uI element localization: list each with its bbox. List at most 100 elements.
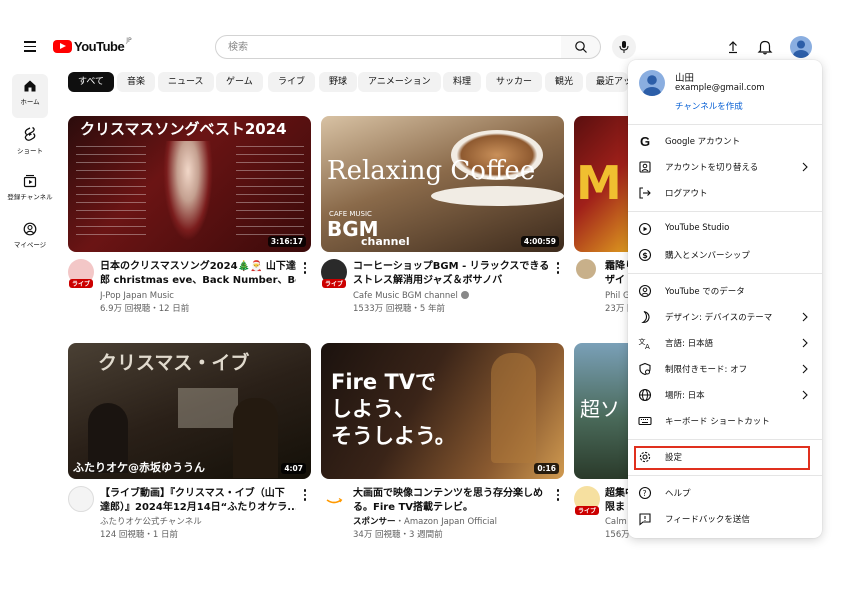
notifications-button[interactable] [756,38,774,56]
sponsor-label: スポンサー [353,517,396,527]
chevron-right-icon [802,390,808,400]
help-icon: ? [638,486,652,500]
menu-item-location[interactable]: 場所: 日本 [628,383,822,407]
thumbnail-tracklist [76,146,146,241]
live-badge: ライブ [322,279,347,288]
video-stats: 6.9万 回視聴・12 日前 [100,304,190,314]
menu-avatar [639,70,665,96]
video-title-line: 郎 christmas eve、Back Number、BoA... [100,275,296,286]
subscriptions-icon [23,174,37,188]
chip-recent[interactable]: 最近アップ [586,72,628,92]
amazon-smile-icon [326,497,343,504]
video-stats: 156万 回 [605,530,630,540]
search-button[interactable] [561,35,601,59]
channel-avatar[interactable] [576,259,596,279]
switch-account-icon [639,161,651,173]
account-avatar-button[interactable] [790,36,812,58]
menu-item-language[interactable]: 文 A 言語: 日本語 [628,331,822,355]
sidebar-item-subscriptions[interactable]: 登録チャンネル [0,174,60,218]
chip-music[interactable]: 音楽 [117,72,156,92]
video-more-icon[interactable] [302,489,308,503]
channel-name[interactable]: ふたりオケ公式チャンネル [100,516,202,529]
menu-item-label: YouTube でのデータ [665,287,745,297]
video-title[interactable]: 【ライブ動画】『クリスマス・イブ（山下 達郎）』2024年12月14日“ふたりオ… [100,487,296,515]
video-stats: 124 回視聴・1 日前 [100,530,179,540]
video-title-line: る。Fire TV搭載テレビ。 [353,502,474,513]
user-avatar-icon [793,40,809,58]
thumbnail-channel-text: channel [361,235,410,248]
channel-avatar[interactable] [68,486,94,512]
translate-icon: 文 A [639,337,651,350]
menu-item-google-account[interactable]: G Google アカウント [628,129,822,153]
video-thumbnail[interactable]: Fire TVで しよう、 そうしよう。 0:16 [321,343,564,479]
sidebar-item-shorts[interactable]: ショート [0,126,60,170]
chip-soccer[interactable]: サッカー [486,72,543,92]
video-thumbnail[interactable]: 超ソ [574,343,634,479]
restricted-icon [639,362,651,376]
menu-item-youtube-studio[interactable]: YouTube Studio [628,217,822,241]
chip-all[interactable]: すべて [68,72,115,92]
menu-item-label: YouTube Studio [665,223,730,233]
menu-item-logout[interactable]: ログアウト [628,181,822,205]
video-title[interactable]: 大画面で映像コンテンツを思う存分楽しめ る。Fire TV搭載テレビ。 [353,487,549,515]
chip-animation[interactable]: アニメーション [358,72,441,92]
video-more-icon[interactable] [555,262,561,276]
sidebar-item-home[interactable]: ホーム [12,74,48,118]
menu-item-restricted-mode[interactable]: 制限付きモード: オフ [628,357,822,381]
menu-item-feedback[interactable]: フィードバックを送信 [628,507,822,531]
upload-button[interactable] [724,38,742,56]
create-channel-link[interactable]: チャンネルを作成 [675,100,743,112]
menu-item-switch-account[interactable]: アカウントを切り替える [628,155,822,179]
menu-divider [628,439,822,440]
channel-name[interactable]: スポンサー・Amazon Japan Official [353,516,497,529]
thumbnail-title-text: 超ソ [580,397,620,421]
menu-item-purchases[interactable]: $ 購入とメンバーシップ [628,243,822,267]
voice-search-button[interactable] [612,35,636,59]
svg-text:A: A [645,343,650,350]
video-title[interactable]: 日本のクリスマスソング2024🎄🎅 山下達 郎 christmas eve、Ba… [100,260,296,288]
channel-name[interactable]: Phil G [605,290,630,303]
youtube-logo[interactable]: YouTube JP [53,37,132,54]
menu-item-appearance[interactable]: デザイン: デバイスのテーマ [628,305,822,329]
youtube-play-icon [53,40,72,53]
channel-name[interactable]: Cafe Music BGM channel [353,290,469,303]
menu-item-label: 購入とメンバーシップ [665,251,750,261]
chip-cooking[interactable]: 料理 [443,72,482,92]
search-input[interactable] [216,36,561,58]
menu-item-help[interactable]: ? ヘルプ [628,481,822,505]
chip-gaming[interactable]: ゲーム [216,72,263,92]
channel-name[interactable]: J-Pop Japan Music [100,290,174,303]
svg-text:G: G [640,134,650,148]
menu-item-label: キーボード ショートカット [665,417,770,427]
chip-baseball[interactable]: 野球 [319,72,358,92]
menu-item-keyboard-shortcuts[interactable]: キーボード ショートカット [628,409,822,433]
menu-icon[interactable] [24,41,36,52]
settings-highlight-box [634,446,810,470]
video-thumbnail[interactable]: M [574,116,634,252]
chip-live[interactable]: ライブ [268,72,316,92]
thumbnail-tracklist [236,146,304,241]
menu-divider [628,124,822,125]
keyboard-icon [638,416,652,426]
menu-item-your-data[interactable]: YouTube でのデータ [628,279,822,303]
video-thumbnail[interactable]: Relaxing Coffee CAFE MUSIC BGM channel 4… [321,116,564,252]
mic-icon [619,41,629,53]
video-thumbnail[interactable]: クリスマスソングベスト2024 3:16:17 [68,116,311,252]
menu-divider [628,475,822,476]
menu-item-label: 場所: 日本 [665,391,705,401]
studio-icon [638,222,652,236]
sidebar-item-you[interactable]: マイページ [0,222,60,266]
chip-news[interactable]: ニュース [158,72,214,92]
video-more-icon[interactable] [555,489,561,503]
video-more-icon[interactable] [302,262,308,276]
video-title[interactable]: コーヒーショップBGM - リラックスできる ストレス解消用ジャズ＆ボサノバ [353,260,549,288]
video-thumbnail[interactable]: クリスマス・イブ ふたりオケ@赤坂ゆううん 4:07 [68,343,311,479]
chip-sightseeing[interactable]: 観光 [545,72,584,92]
feedback-icon [639,513,651,526]
thumbnail-caption: ふたりオケ@赤坂ゆううん [73,461,205,474]
channel-name[interactable]: Calm [605,516,630,529]
thumbnail-bassist [233,398,278,478]
dollar-icon: $ [638,248,652,262]
channel-avatar[interactable] [321,486,347,512]
top-bar: YouTube JP [0,0,842,60]
